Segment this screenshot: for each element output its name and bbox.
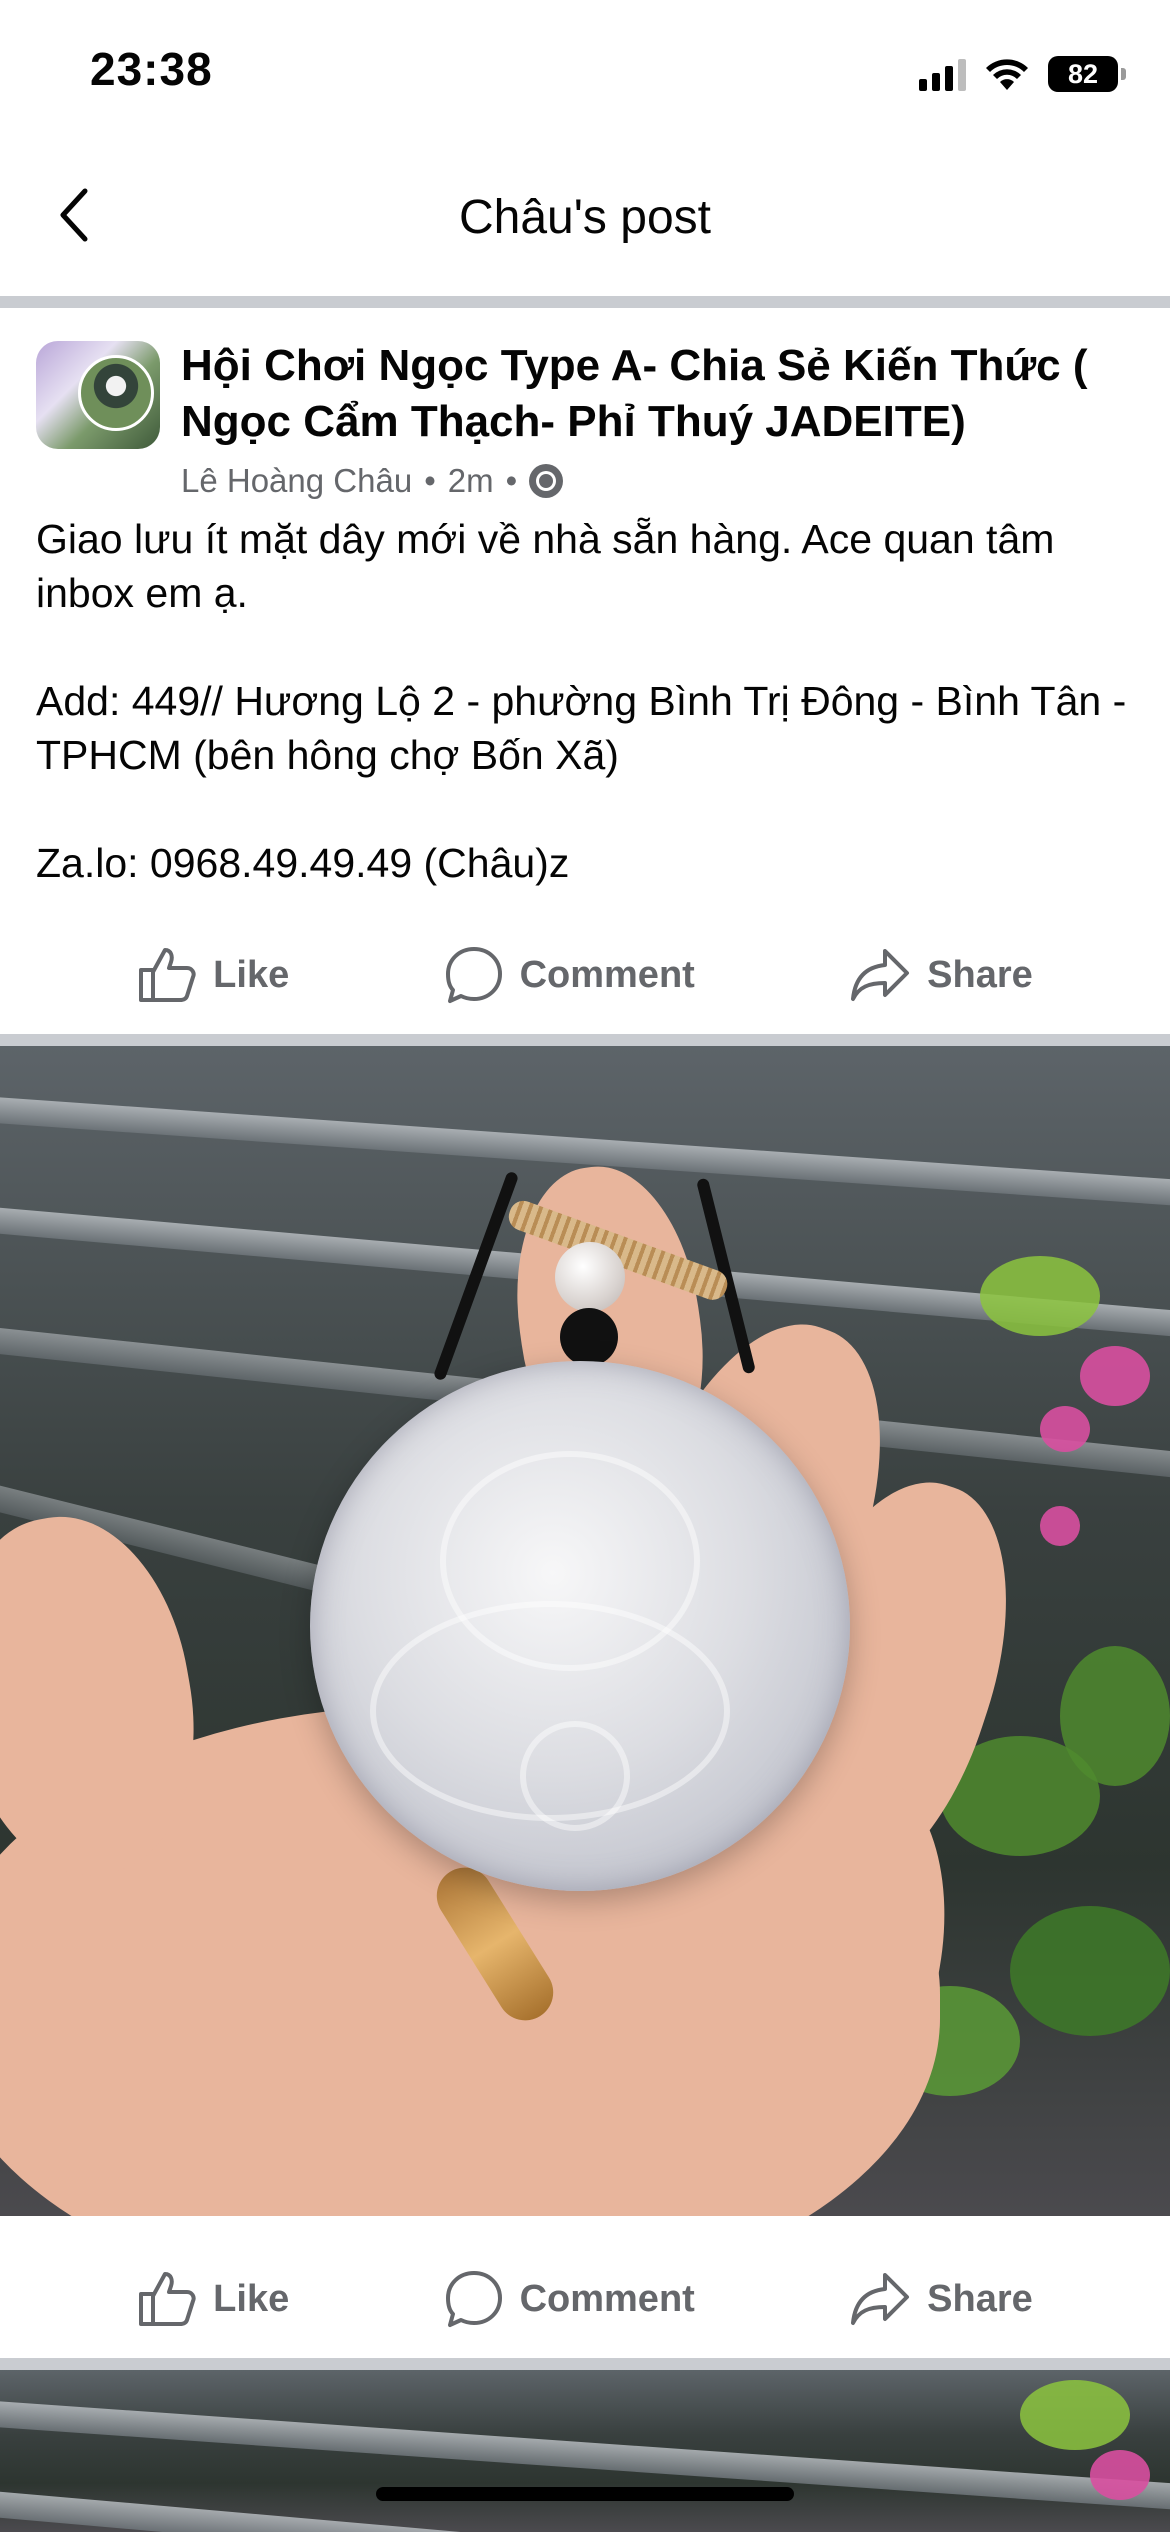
photo-comment-button[interactable]: Comment xyxy=(444,2269,695,2329)
share-label: Share xyxy=(927,953,1033,996)
wifi-icon xyxy=(986,59,1028,90)
meta-separator: • xyxy=(424,462,436,499)
divider xyxy=(0,2358,1170,2370)
photo-share-button[interactable]: Share xyxy=(849,2271,1033,2327)
leaf xyxy=(980,1256,1100,1336)
photo-action-bar: Like Comment Share xyxy=(0,2246,1170,2352)
post-photo[interactable] xyxy=(0,2370,1170,2532)
status-bar: 23:38 82 xyxy=(0,0,1170,150)
post-time[interactable]: 2m xyxy=(448,462,494,500)
post-header: Hội Chơi Ngọc Type A- Chia Sẻ Kiến Thức … xyxy=(36,338,1136,500)
signal-icon xyxy=(919,57,966,91)
like-button[interactable]: Like xyxy=(137,946,289,1004)
comment-icon xyxy=(445,2271,502,2327)
group-avatar[interactable] xyxy=(36,341,160,449)
comment-button[interactable]: Comment xyxy=(444,945,695,1005)
share-icon xyxy=(851,949,910,1001)
like-label: Like xyxy=(213,953,290,996)
share-icon xyxy=(851,2273,910,2325)
divider xyxy=(0,1034,1170,1046)
thumbs-up-icon xyxy=(139,2272,196,2326)
photo-like-button[interactable]: Like xyxy=(137,2270,289,2328)
jade-pendant xyxy=(310,1361,850,1891)
dragon-carving xyxy=(520,1721,630,1831)
flower xyxy=(1080,1346,1150,1406)
divider xyxy=(0,296,1170,308)
home-indicator[interactable] xyxy=(376,2487,794,2501)
comment-label: Comment xyxy=(519,953,695,996)
author-avatar[interactable] xyxy=(78,355,154,431)
group-name[interactable]: Hội Chơi Ngọc Type A- Chia Sẻ Kiến Thức … xyxy=(181,338,1131,450)
post-meta: Lê Hoàng Châu • 2m • xyxy=(181,462,564,500)
status-time: 23:38 xyxy=(90,43,213,95)
battery-icon: 82 xyxy=(1048,56,1126,92)
flower xyxy=(1040,1506,1080,1546)
leaf xyxy=(1020,2380,1130,2450)
post-action-bar: Like Comment Share xyxy=(0,922,1170,1028)
battery-level: 82 xyxy=(1067,58,1099,89)
share-label: Share xyxy=(927,2277,1033,2320)
nav-header: Châu's post xyxy=(0,150,1170,296)
author-name[interactable]: Lê Hoàng Châu xyxy=(181,462,412,500)
post-photo[interactable] xyxy=(0,1046,1170,2216)
comment-icon xyxy=(445,947,502,1003)
flower xyxy=(1090,2450,1150,2500)
post-body: Giao lưu ít mặt dây mới về nhà sẵn hàng.… xyxy=(36,516,1127,886)
like-label: Like xyxy=(213,2277,290,2320)
cord-knot xyxy=(560,1308,618,1366)
flower xyxy=(1040,1406,1090,1452)
leaf xyxy=(1010,1906,1170,2036)
thumbs-up-icon xyxy=(139,948,196,1002)
globe-icon xyxy=(529,464,564,498)
page-title: Châu's post xyxy=(459,191,711,244)
status-icons: 82 xyxy=(919,52,1126,96)
comment-label: Comment xyxy=(519,2277,695,2320)
share-button[interactable]: Share xyxy=(849,947,1033,1003)
bead xyxy=(555,1242,625,1312)
meta-separator: • xyxy=(505,462,518,499)
